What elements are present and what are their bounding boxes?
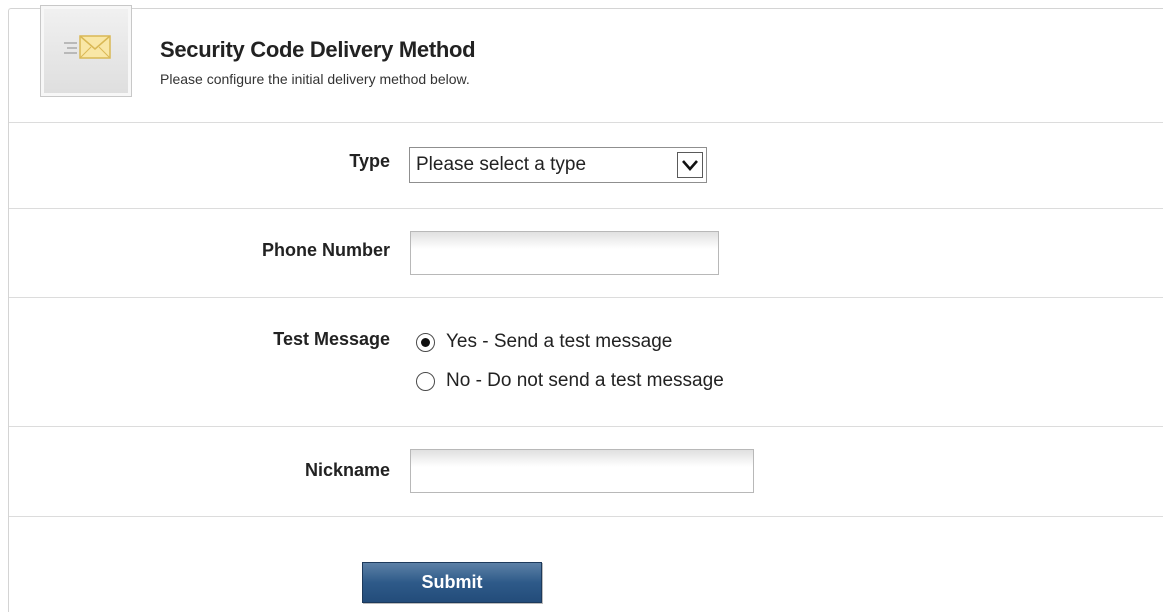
test-message-yes-label[interactable]: Yes - Send a test message bbox=[446, 331, 672, 353]
nickname-row: Nickname bbox=[9, 427, 1163, 517]
test-message-yes-radio[interactable] bbox=[416, 332, 435, 352]
test-message-no-label[interactable]: No - Do not send a test message bbox=[446, 370, 724, 392]
test-message-yes-option[interactable]: Yes - Send a test message bbox=[416, 329, 672, 355]
submit-button[interactable]: Submit bbox=[362, 562, 542, 603]
panel-header: Security Code Delivery Method Please con… bbox=[9, 5, 1163, 123]
phone-number-row: Phone Number bbox=[9, 209, 1163, 298]
type-row: Type Please select a type bbox=[9, 123, 1163, 209]
phone-number-input[interactable] bbox=[410, 231, 719, 275]
test-message-label: Test Message bbox=[273, 329, 390, 349]
type-select[interactable]: Please select a type bbox=[409, 147, 707, 183]
nickname-label: Nickname bbox=[304, 460, 390, 480]
page-subtitle: Please configure the initial delivery me… bbox=[160, 71, 470, 87]
test-message-no-radio[interactable] bbox=[416, 371, 435, 391]
nickname-input[interactable] bbox=[410, 449, 754, 493]
envelope-icon bbox=[64, 35, 111, 59]
header-icon-tile bbox=[40, 5, 132, 97]
chevron-down-icon[interactable] bbox=[677, 152, 703, 178]
type-label: Type bbox=[349, 151, 390, 171]
type-select-value: Please select a type bbox=[416, 154, 587, 175]
delivery-method-panel: Security Code Delivery Method Please con… bbox=[8, 5, 1163, 612]
test-message-no-option[interactable]: No - Do not send a test message bbox=[416, 368, 724, 394]
test-message-row: Test Message Yes - Send a test message N… bbox=[9, 298, 1163, 427]
page-title: Security Code Delivery Method bbox=[160, 37, 476, 62]
phone-number-label: Phone Number bbox=[261, 240, 390, 260]
